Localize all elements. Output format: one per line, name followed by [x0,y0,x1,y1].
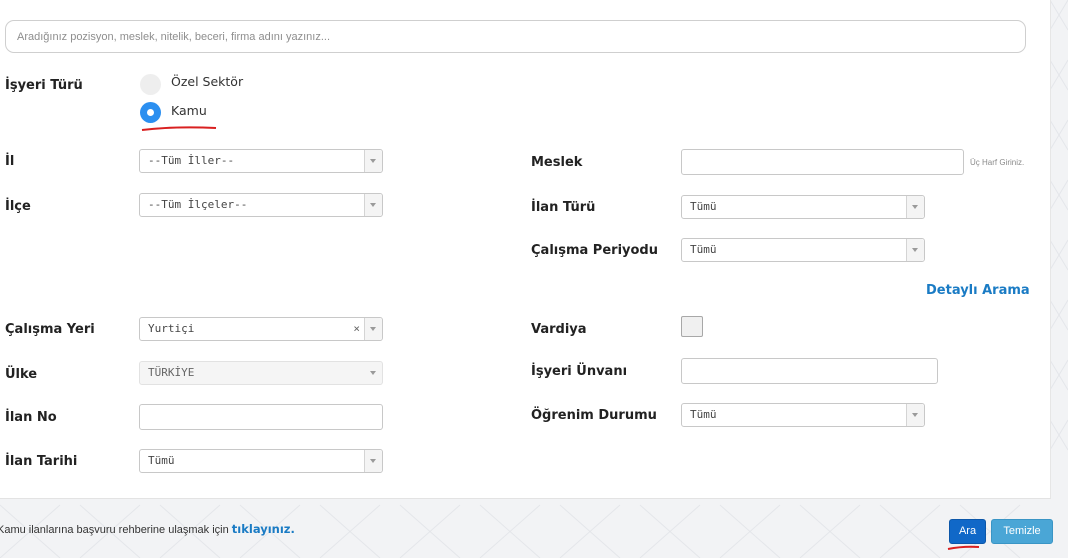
ozel-sektor-label[interactable]: Özel Sektör [171,74,243,89]
chevron-down-icon [365,362,382,384]
annotation-underline-kamu [141,126,217,131]
kamu-radio[interactable] [140,102,161,123]
meslek-hint: Üç Harf Giriniz. [970,158,1025,167]
vardiya-checkbox[interactable] [681,316,703,337]
ilan-no-label: İlan No [5,410,57,425]
search-button[interactable]: Ara [949,519,986,544]
ulke-select: TÜRKİYE [139,361,383,385]
footer-text: Kamu ilanlarına başvuru rehberine ulaşma… [0,524,232,536]
search-input[interactable] [5,20,1026,53]
ilce-label: İlçe [5,199,31,214]
ilan-turu-select-value: Tümü [690,200,717,213]
meslek-input[interactable] [681,149,964,175]
il-label: İl [5,154,15,169]
annotation-underline-ara [947,545,980,550]
chevron-down-icon [906,239,924,261]
ulke-label: Ülke [5,367,38,382]
chevron-down-icon [364,450,382,472]
chevron-down-icon [364,150,382,172]
calisma-yeri-select[interactable]: Yurtiçi × [139,317,383,341]
chevron-down-icon [364,194,382,216]
ilan-tarihi-select[interactable]: Tümü [139,449,383,473]
ilan-no-input[interactable] [139,404,383,430]
il-select[interactable]: --Tüm İller-- [139,149,383,173]
calisma-periyodu-label: Çalışma Periyodu [531,243,658,258]
chevron-down-icon [906,404,924,426]
footer-note: Kamu ilanlarına başvuru rehberine ulaşma… [0,522,295,536]
ogrenim-durumu-select-value: Tümü [690,408,717,421]
ilan-tarihi-label: İlan Tarihi [5,454,78,469]
isyeri-unvani-label: İşyeri Ünvanı [531,364,628,379]
meslek-label: Meslek [531,155,583,170]
calisma-periyodu-select[interactable]: Tümü [681,238,925,262]
calisma-periyodu-select-value: Tümü [690,243,717,256]
isyeri-turu-label: İşyeri Türü [5,78,83,93]
ilan-turu-select[interactable]: Tümü [681,195,925,219]
search-form-panel: İşyeri Türü Özel Sektör Kamu İl --Tüm İl… [0,0,1051,499]
ulke-select-value: TÜRKİYE [148,366,195,379]
chevron-down-icon [906,196,924,218]
footer-guide-link[interactable]: tıklayınız. [232,522,295,536]
kamu-label[interactable]: Kamu [171,103,207,118]
chevron-down-icon [364,318,382,340]
il-select-value: --Tüm İller-- [148,154,235,167]
isyeri-unvani-input[interactable] [681,358,938,384]
clear-button[interactable]: Temizle [991,519,1053,544]
ozel-sektor-radio[interactable] [140,74,161,95]
ilce-select[interactable]: --Tüm İlçeler-- [139,193,383,217]
clear-icon[interactable]: × [353,322,360,335]
detayli-arama-link[interactable]: Detaylı Arama [926,283,1030,298]
calisma-yeri-select-value: Yurtiçi [148,322,195,335]
ogrenim-durumu-label: Öğrenim Durumu [531,408,657,423]
ilce-select-value: --Tüm İlçeler-- [148,198,248,211]
calisma-yeri-label: Çalışma Yeri [5,322,95,337]
ogrenim-durumu-select[interactable]: Tümü [681,403,925,427]
ilan-tarihi-select-value: Tümü [148,454,175,467]
ilan-turu-label: İlan Türü [531,200,596,215]
vardiya-label: Vardiya [531,322,587,337]
